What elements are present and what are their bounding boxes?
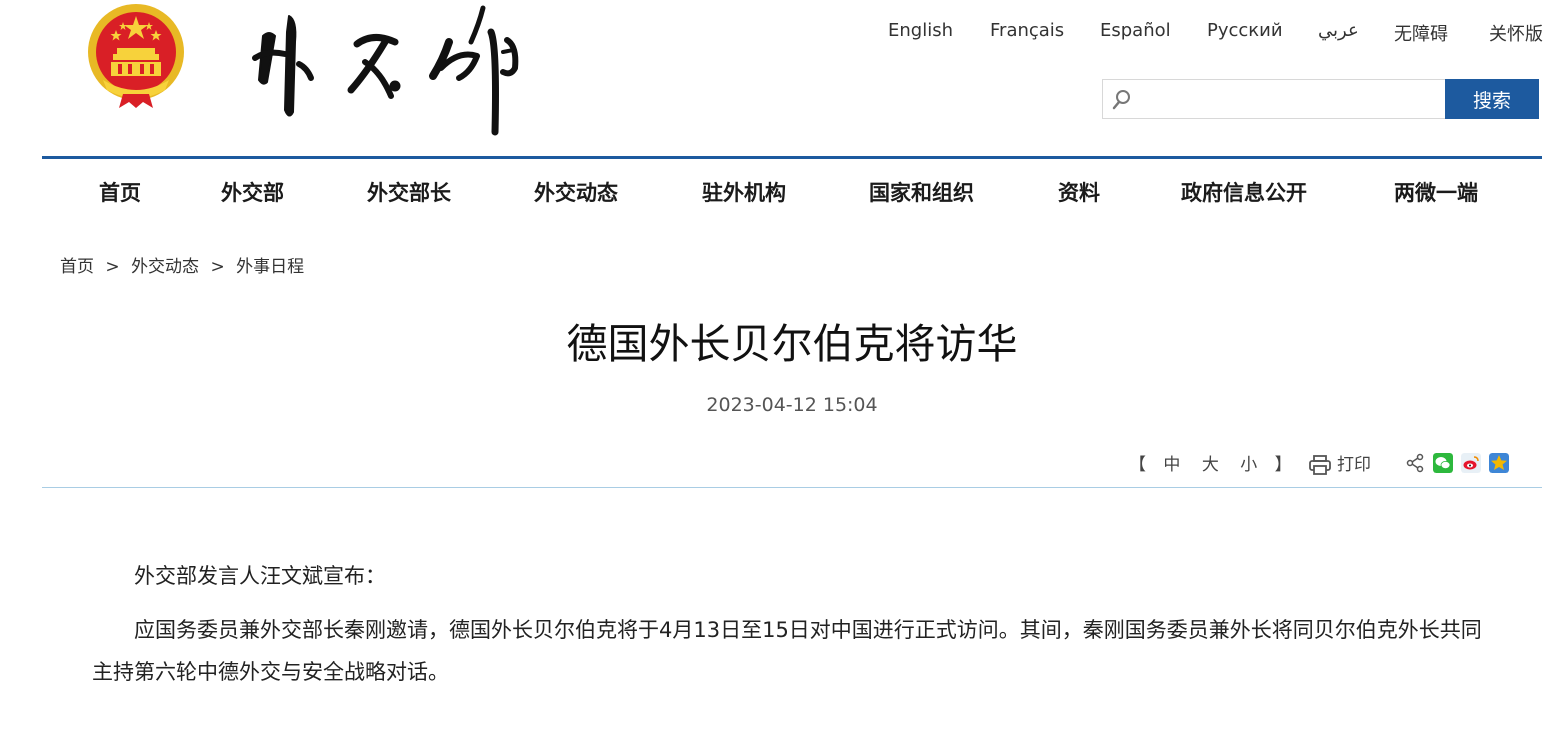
qzone-icon[interactable] [1489, 453, 1509, 473]
breadcrumb-diplomatic-news[interactable]: 外交动态 [131, 257, 199, 277]
language-bar: English Français Español Русский عربي 无障… [870, 20, 1561, 46]
search-icon [1112, 90, 1130, 110]
share-icon[interactable] [1405, 453, 1425, 473]
weibo-icon[interactable] [1461, 453, 1481, 473]
breadcrumb: 首页 > 外交动态 > 外事日程 [60, 252, 304, 277]
search-button[interactable]: 搜索 [1445, 79, 1539, 119]
printer-icon [1309, 455, 1331, 475]
nav-item-government-info[interactable]: 政府信息公开 [1181, 177, 1307, 207]
print-label: 打印 [1337, 455, 1371, 475]
font-size-small[interactable]: 小 [1240, 455, 1257, 475]
nav-item-missions-abroad[interactable]: 驻外机构 [702, 177, 786, 207]
article-paragraph: 应国务委员兼外交部长秦刚邀请，德国外长贝尔伯克将于4月13日至15日对中国进行正… [92, 618, 1482, 684]
nav-item-countries-organizations[interactable]: 国家和组织 [869, 177, 974, 207]
lang-link-russian[interactable]: Русский [1207, 20, 1283, 41]
search-box: 搜索 [1102, 79, 1539, 119]
bracket-open: 【 [1129, 455, 1146, 475]
article-paragraph: 外交部发言人汪文斌宣布： [134, 564, 386, 588]
nav-item-resources[interactable]: 资料 [1058, 177, 1100, 207]
article-date: 2023-04-12 15:04 [706, 394, 878, 416]
bracket-close: 】 [1274, 455, 1292, 475]
article-tools: 【 中 大 小 】 打印 [1125, 450, 1525, 478]
breadcrumb-home[interactable]: 首页 [60, 257, 94, 277]
lang-link-care-version[interactable]: 关怀版 [1489, 20, 1543, 46]
article-content: 外交部发言人汪文斌宣布： 应国务委员兼外交部长秦刚邀请，德国外长贝尔伯克将于4月… [92, 555, 1502, 705]
lang-link-french[interactable]: Français [990, 20, 1064, 41]
breadcrumb-schedule[interactable]: 外事日程 [236, 257, 304, 277]
main-nav: 首页 外交部 外交部长 外交动态 驻外机构 国家和组织 资料 政府信息公开 两微… [42, 156, 1542, 226]
site-header: English Français Español Русский عربي 无障… [0, 0, 1561, 156]
nav-item-home[interactable]: 首页 [99, 177, 141, 207]
national-emblem-logo[interactable] [83, 2, 189, 110]
nav-item-minister[interactable]: 外交部长 [367, 177, 451, 207]
font-size-large[interactable]: 大 [1202, 455, 1219, 475]
nav-item-ministry[interactable]: 外交部 [221, 177, 284, 207]
wechat-icon[interactable] [1433, 453, 1453, 473]
print-button[interactable]: 打印 [1309, 450, 1371, 475]
article-divider [42, 487, 1542, 488]
lang-link-arabic[interactable]: عربي [1318, 20, 1359, 41]
search-input[interactable] [1139, 82, 1443, 116]
font-size-medium[interactable]: 中 [1163, 455, 1180, 475]
nav-item-social-media[interactable]: 两微一端 [1394, 177, 1478, 207]
lang-link-accessibility[interactable]: 无障碍 [1394, 20, 1448, 46]
font-size-selector: 【 中 大 小 】 [1125, 450, 1296, 475]
lang-link-spanish[interactable]: Español [1100, 20, 1171, 41]
nav-item-diplomatic-news[interactable]: 外交动态 [534, 177, 618, 207]
lang-link-english[interactable]: English [888, 20, 953, 41]
article-title: 德国外长贝尔伯克将访华 [566, 320, 1018, 368]
breadcrumb-separator: > [210, 257, 225, 277]
breadcrumb-separator: > [105, 257, 120, 277]
ministry-calligraphy-logo[interactable] [245, 2, 535, 142]
